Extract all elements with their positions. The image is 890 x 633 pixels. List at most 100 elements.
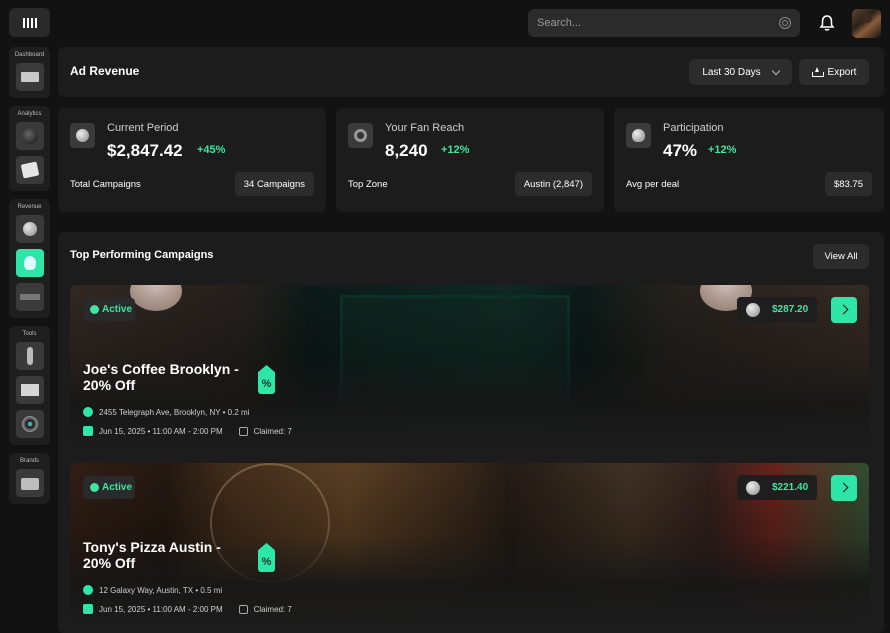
- sidebar-group-title: Analytics: [17, 111, 42, 117]
- campaign-address: 12 Galaxy Way, Austin, TX • 0.5 mi: [83, 585, 222, 595]
- search-icon[interactable]: [779, 17, 791, 29]
- status-dot-icon: [90, 483, 99, 492]
- notification-bell-icon[interactable]: [819, 14, 835, 32]
- sidebar-item-tools-camera[interactable]: [15, 410, 44, 438]
- sidebar-item-analytics-cube[interactable]: [15, 156, 44, 184]
- campaign-date: Jun 15, 2025 • 11:00 AM - 2:00 PM: [99, 604, 223, 614]
- microphone-icon: [26, 347, 33, 365]
- claimed-count: Claimed: 7: [253, 426, 292, 436]
- magic-cube-icon: [20, 161, 39, 179]
- export-label: Export: [827, 66, 857, 78]
- campaign-card[interactable]: Active $287.20 Joe's Coffee Brooklyn - 2…: [70, 285, 869, 449]
- sidebar-item-brands[interactable]: [15, 469, 44, 497]
- stat-delta: +12%: [708, 144, 737, 156]
- sidebar-group-title: Revenue: [17, 204, 42, 210]
- stat-card-current-period: Current Period $2,847.42 +45% Total Camp…: [58, 108, 326, 212]
- campaign-meta: Jun 15, 2025 • 11:00 AM - 2:00 PM Claime…: [83, 604, 292, 614]
- status-badge: Active: [83, 298, 135, 321]
- campaign-meta: Jun 15, 2025 • 11:00 AM - 2:00 PM Claime…: [83, 426, 292, 436]
- stat-sub-value: 34 Campaigns: [234, 172, 314, 196]
- calendar-icon: [83, 604, 93, 614]
- status-label: Active: [102, 482, 133, 493]
- address-text: 2455 Telegraph Ave, Brooklyn, NY • 0.2 m…: [99, 407, 250, 417]
- address-text: 12 Galaxy Way, Austin, TX • 0.5 mi: [99, 585, 223, 595]
- sidebar-item-tools-mail[interactable]: [15, 376, 44, 404]
- stat-card-participation: Participation 47% +12% Avg per deal $83.…: [614, 108, 884, 212]
- stat-sub-label: Top Zone: [348, 179, 388, 190]
- sidebar-item-revenue-turntable[interactable]: [15, 283, 44, 311]
- stat-value: $2,847.42: [107, 141, 183, 160]
- date-range-dropdown[interactable]: Last 30 Days: [689, 59, 792, 85]
- stat-value: 8,240: [385, 141, 428, 160]
- envelope-icon: [20, 384, 39, 396]
- sidebar-group-title: Dashboard: [14, 52, 45, 58]
- sidebar: Dashboard Analytics Revenue Tools Brands: [9, 47, 50, 512]
- keyboard-icon: [20, 72, 39, 82]
- stat-label: Current Period: [107, 122, 179, 134]
- sidebar-item-dashboard[interactable]: [15, 63, 44, 91]
- app-logo[interactable]: [9, 8, 50, 37]
- coin-icon: [746, 480, 760, 495]
- sidebar-item-revenue-coin[interactable]: [15, 215, 44, 243]
- campaign-title: Tony's Pizza Austin - 20% Off: [83, 539, 221, 571]
- view-all-button[interactable]: View All: [813, 244, 869, 269]
- turntable-icon: [19, 294, 40, 300]
- user-avatar[interactable]: [852, 9, 881, 38]
- campaign-title: Joe's Coffee Brooklyn - 20% Off: [83, 361, 239, 393]
- status-dot-icon: [90, 305, 99, 314]
- coin-icon: [746, 302, 760, 317]
- lock-icon: [238, 426, 248, 436]
- campaign-earnings: $221.40: [737, 475, 817, 500]
- logo-icon: [22, 17, 37, 28]
- lightbulb-icon: [626, 123, 651, 148]
- headphones-icon: [348, 123, 373, 148]
- page-header: Ad Revenue Last 30 Days Export: [58, 47, 884, 97]
- coin-icon: [70, 123, 95, 148]
- campaign-address: 2455 Telegraph Ave, Brooklyn, NY • 0.2 m…: [83, 407, 249, 417]
- campaign-earnings: $287.20: [737, 297, 817, 322]
- sidebar-group-tools: Tools: [9, 326, 50, 445]
- upload-icon: [811, 67, 824, 77]
- stat-label: Participation: [663, 122, 724, 134]
- stat-sub-value: Austin (2,847): [514, 172, 592, 196]
- sidebar-item-tools-mic[interactable]: [15, 342, 44, 370]
- date-range-label: Last 30 Days: [702, 66, 761, 78]
- lock-icon: [238, 604, 248, 614]
- location-pin-icon: [83, 407, 93, 417]
- stat-sub-label: Total Campaigns: [70, 179, 141, 190]
- export-button[interactable]: Export: [799, 59, 869, 85]
- chevron-down-icon: [771, 66, 780, 75]
- camera-lens-icon: [21, 416, 38, 432]
- sidebar-group-title: Brands: [19, 458, 39, 464]
- sidebar-item-revenue-ads[interactable]: [15, 249, 44, 277]
- campaign-card[interactable]: Active $221.40 Tony's Pizza Austin - 20%…: [70, 463, 869, 627]
- stat-value: 47%: [663, 141, 698, 160]
- section-title: Top Performing Campaigns: [70, 249, 214, 261]
- status-label: Active: [102, 304, 133, 315]
- sidebar-item-analytics-globe[interactable]: [15, 122, 44, 150]
- stat-delta: +12%: [441, 144, 470, 156]
- sidebar-group-revenue: Revenue: [9, 199, 50, 318]
- stat-delta: +45%: [197, 144, 226, 156]
- claimed-count: Claimed: 7: [253, 604, 292, 614]
- lightbulb-icon: [23, 256, 36, 270]
- sidebar-group-title: Tools: [22, 331, 37, 337]
- coin-icon: [22, 222, 37, 236]
- campaign-date: Jun 15, 2025 • 11:00 AM - 2:00 PM: [99, 426, 223, 436]
- briefcase-icon: [20, 478, 39, 490]
- open-campaign-button[interactable]: [831, 297, 857, 323]
- stat-label: Your Fan Reach: [385, 122, 465, 134]
- stat-sub-value: $83.75: [824, 172, 872, 196]
- search-placeholder: Search...: [537, 17, 582, 29]
- open-campaign-button[interactable]: [831, 475, 857, 501]
- location-pin-icon: [83, 585, 93, 595]
- sidebar-group-dashboard: Dashboard: [9, 47, 50, 98]
- search-input[interactable]: Search...: [528, 9, 800, 37]
- stat-sub-label: Avg per deal: [626, 179, 680, 190]
- status-badge: Active: [83, 476, 135, 499]
- sidebar-group-brands: Brands: [9, 453, 50, 504]
- earnings-value: $221.40: [772, 482, 809, 493]
- calendar-icon: [83, 426, 93, 436]
- top-campaigns-panel: Top Performing Campaigns View All Active…: [58, 232, 884, 633]
- globe-icon: [21, 128, 38, 144]
